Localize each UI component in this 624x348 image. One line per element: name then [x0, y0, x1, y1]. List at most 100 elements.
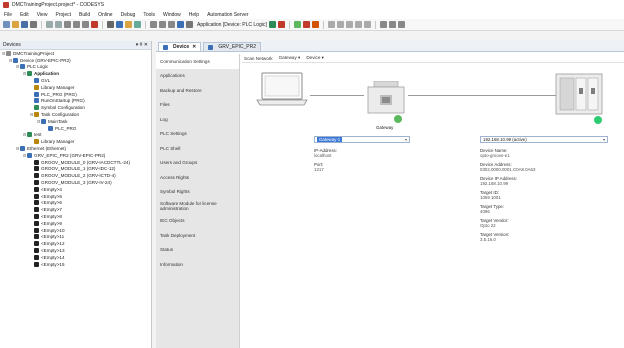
tree-item[interactable]: ⊟ PLC Logic: [0, 64, 151, 71]
tree-item[interactable]: ⊟ Ethernet (Ethernet): [0, 145, 151, 152]
menu-automation-server[interactable]: Automation Server: [207, 12, 248, 18]
menu-online[interactable]: Online: [98, 12, 112, 18]
active-application-label[interactable]: Application [Device: PLC Logic]: [197, 22, 267, 28]
save-icon[interactable]: [21, 21, 28, 28]
tree-item[interactable]: GROOV_MODULE_0 (GRV-IACDCTTL-24): [0, 159, 151, 166]
tree-item[interactable]: GVL: [0, 77, 151, 84]
nav-log[interactable]: Log: [156, 112, 239, 127]
help-icon[interactable]: [397, 21, 405, 28]
tree-item[interactable]: Library Manager: [0, 84, 151, 91]
cut-icon[interactable]: [64, 21, 71, 28]
nav-applications[interactable]: Applications: [156, 69, 239, 84]
menu-edit[interactable]: Edit: [20, 12, 29, 18]
nav-iec-objects[interactable]: IEC Objects: [156, 214, 239, 229]
nav-plc-settings[interactable]: PLC Settings: [156, 127, 239, 142]
tree-item[interactable]: ⊟ test: [0, 132, 151, 139]
menu-debug[interactable]: Debug: [121, 12, 136, 18]
start-icon[interactable]: [293, 21, 301, 28]
menu-view[interactable]: View: [37, 12, 48, 18]
tree-item[interactable]: ⊟ GRV_EPIC_PR2 (GRV-EPIC-PR2): [0, 152, 151, 159]
nav-files[interactable]: Files: [156, 98, 239, 113]
tab-grv-epic-pr2[interactable]: GRV_EPIC_PR2: [203, 42, 262, 51]
nav-symbol-rights[interactable]: Symbol Rights: [156, 185, 239, 200]
paste-icon[interactable]: [82, 21, 89, 28]
panel-controls[interactable]: ▾ # ✕: [136, 42, 148, 48]
properties-icon[interactable]: [186, 21, 193, 28]
tab-device[interactable]: Device ✕: [158, 42, 202, 51]
logout-icon[interactable]: [277, 21, 285, 28]
bookmark-icon[interactable]: [116, 21, 123, 28]
tree-item[interactable]: <Empty>11: [0, 234, 151, 241]
step-into-icon[interactable]: [345, 21, 353, 28]
delete-icon[interactable]: [91, 21, 98, 28]
tree-item[interactable]: GROOV_MODULE_3 (GRV-IV-24): [0, 179, 151, 186]
breakpoint-icon[interactable]: [327, 21, 335, 28]
tree-item[interactable]: GROOV_MODULE_2 (GRV-ICTD-4): [0, 172, 151, 179]
new-project-icon[interactable]: [3, 21, 10, 28]
nav-communication-settings[interactable]: Communication Settings: [156, 54, 239, 69]
menu-build[interactable]: Build: [79, 12, 90, 18]
tree-item[interactable]: <Empty>8: [0, 213, 151, 220]
nav-plc-shell[interactable]: PLC Shell: [156, 141, 239, 156]
stop-icon[interactable]: [302, 21, 310, 28]
menu-tools[interactable]: Tools: [143, 12, 155, 18]
find-icon[interactable]: [107, 21, 114, 28]
menu-file[interactable]: File: [4, 12, 12, 18]
tree-item[interactable]: <Empty>9: [0, 220, 151, 227]
tree-item[interactable]: <Empty>4: [0, 186, 151, 193]
write-values-icon[interactable]: [379, 21, 387, 28]
scan-toolbar-item[interactable]: Scan Network: [244, 56, 273, 61]
tree-item[interactable]: Library Manager: [0, 138, 151, 145]
tree-item[interactable]: <Empty>7: [0, 206, 151, 213]
run-to-cursor-icon[interactable]: [363, 21, 371, 28]
nav-users-and-groups[interactable]: Users and Groups: [156, 156, 239, 171]
tree-item[interactable]: ⊟ MainTask: [0, 118, 151, 125]
open-project-icon[interactable]: [12, 21, 19, 28]
login-icon[interactable]: [268, 21, 276, 28]
device-tree[interactable]: ⊟ DMCTrainingProject ⊟ Device (GRV-EPIC-PR2…: [0, 50, 151, 268]
nav-information[interactable]: Information: [156, 257, 239, 272]
rebuild-icon[interactable]: [134, 21, 141, 28]
copy-icon[interactable]: [73, 21, 80, 28]
settings-icon[interactable]: [168, 21, 175, 28]
menu-help[interactable]: Help: [189, 12, 199, 18]
options-icon[interactable]: [150, 21, 157, 28]
nav-task-deployment[interactable]: Task Deployment: [156, 228, 239, 243]
device-select[interactable]: 192.168.10.99 (active) ▾: [480, 136, 608, 143]
nav-status[interactable]: Status: [156, 243, 239, 258]
tree-item[interactable]: Symbol Configuration: [0, 104, 151, 111]
add-object-icon[interactable]: [177, 21, 184, 28]
tree-item[interactable]: PLC_PRG: [0, 125, 151, 132]
scan-toolbar-item[interactable]: Gateway ▾: [279, 55, 301, 61]
tree-item[interactable]: <Empty>5: [0, 193, 151, 200]
tree-item[interactable]: <Empty>6: [0, 200, 151, 207]
reset-icon[interactable]: [311, 21, 319, 28]
print-icon[interactable]: [30, 21, 37, 28]
force-values-icon[interactable]: [388, 21, 396, 28]
tree-item[interactable]: ⊟ Application: [0, 70, 151, 77]
close-icon[interactable]: ✕: [192, 44, 196, 50]
nav-backup-and-restore[interactable]: Backup and Restore: [156, 83, 239, 98]
menu-window[interactable]: Window: [163, 12, 181, 18]
gateway-select[interactable]: Gateway-1 ▾: [314, 136, 410, 143]
library-icon[interactable]: [159, 21, 166, 28]
tree-item[interactable]: RunOnStartup (PRG): [0, 98, 151, 105]
tree-item[interactable]: <Empty>13: [0, 247, 151, 254]
build-icon[interactable]: [125, 21, 132, 28]
tree-item[interactable]: <Empty>14: [0, 254, 151, 261]
tree-item[interactable]: <Empty>15: [0, 261, 151, 268]
tree-item[interactable]: ⊟ Task Configuration: [0, 111, 151, 118]
tree-item[interactable]: <Empty>10: [0, 227, 151, 234]
tree-item[interactable]: ⊟ DMCTrainingProject: [0, 50, 151, 57]
nav-access-rights[interactable]: Access Rights: [156, 170, 239, 185]
menu-project[interactable]: Project: [55, 12, 71, 18]
redo-icon[interactable]: [55, 21, 62, 28]
tree-item[interactable]: PLC_PRG (PRG): [0, 91, 151, 98]
tree-item[interactable]: GROOV_MODULE_1 (GRV-IDC-12): [0, 166, 151, 173]
scan-toolbar-item[interactable]: Device ▾: [306, 55, 324, 61]
step-out-icon[interactable]: [354, 21, 362, 28]
tree-item[interactable]: <Empty>12: [0, 240, 151, 247]
nav-software-module-for-license-administration[interactable]: Software Module for license administrati…: [156, 199, 239, 214]
undo-icon[interactable]: [46, 21, 53, 28]
step-over-icon[interactable]: [336, 21, 344, 28]
